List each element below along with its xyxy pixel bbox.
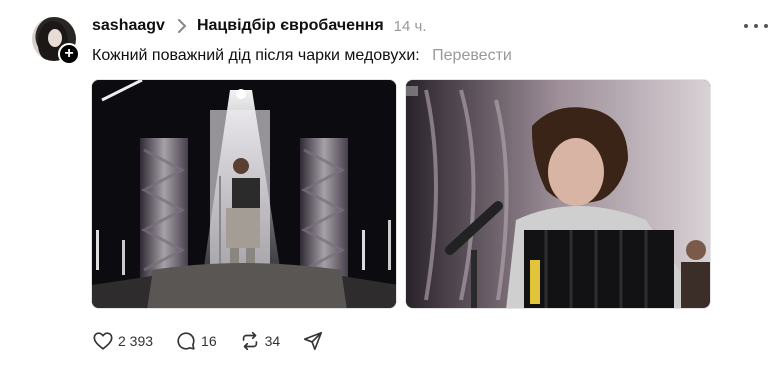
more-icon[interactable] [744,18,768,34]
comment-icon [175,330,197,352]
follow-button[interactable]: + [58,43,80,65]
chevron-right-icon [171,19,193,33]
share-icon [302,330,324,352]
avatar-face [48,29,62,47]
repost-icon [239,330,261,352]
reply-button[interactable]: 16 [175,330,217,352]
heart-icon [92,330,114,352]
username[interactable]: sashaagv [92,17,165,35]
repost-count: 34 [264,333,281,349]
community-name[interactable]: Нацвідбір євробачення [197,17,384,35]
thread-post: + sashaagv Нацвідбір євробачення 14 ч. К… [0,0,774,373]
share-button[interactable] [302,330,324,352]
post-time[interactable]: 14 ч. [394,18,427,35]
post-header: sashaagv Нацвідбір євробачення 14 ч. [92,15,427,37]
stage-performance-image[interactable] [91,79,397,309]
like-count: 2 393 [118,333,154,349]
accordion-closeup-image[interactable] [405,79,711,309]
action-bar: 2 393 16 34 [92,330,346,352]
reply-count: 16 [201,333,217,349]
like-button[interactable]: 2 393 [92,330,153,352]
translate-link[interactable]: Перевести [432,47,512,64]
post-body: Кожний поважний дід після чарки медовухи… [92,47,420,64]
repost-button[interactable]: 34 [239,330,281,352]
post-text: Кожний поважний дід після чарки медовухи… [92,47,512,65]
